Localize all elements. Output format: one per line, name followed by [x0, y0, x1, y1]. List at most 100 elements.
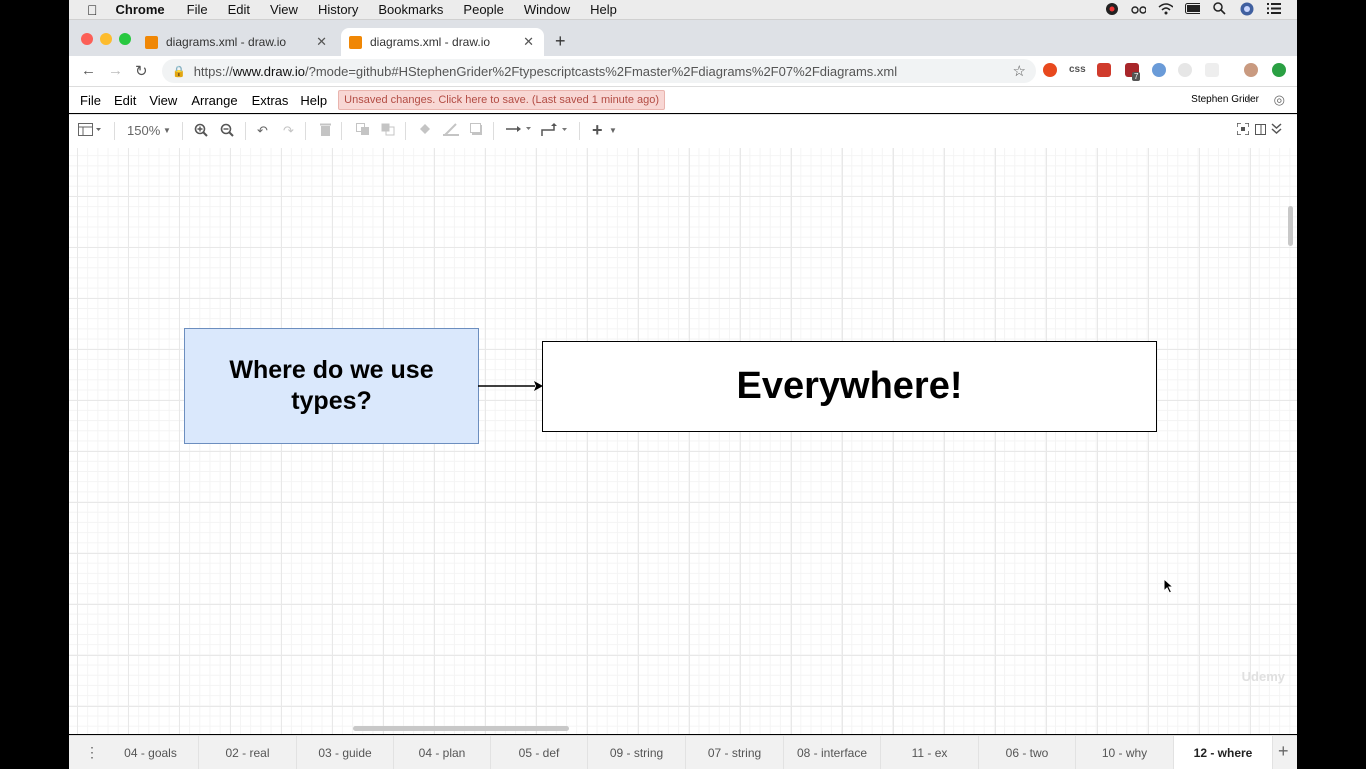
page-tab[interactable]: 04 - plan: [394, 736, 491, 769]
zoom-in-icon[interactable]: [194, 123, 208, 140]
page-tab[interactable]: 08 - interface: [784, 736, 881, 769]
to-front-icon[interactable]: [356, 123, 370, 139]
spotlight-search-icon[interactable]: [1212, 1, 1227, 16]
page-tab[interactable]: 04 - goals: [103, 736, 199, 769]
css-extension-icon[interactable]: css: [1069, 64, 1086, 75]
shape-everywhere[interactable]: Everywhere!: [542, 341, 1157, 432]
page-tab-label: 09 - string: [609, 745, 664, 760]
zoom-dropdown-icon[interactable]: ▼: [163, 126, 171, 135]
notification-center-icon[interactable]: [1266, 1, 1281, 16]
forward-arrow-icon[interactable]: →: [108, 62, 123, 79]
pages-menu-icon[interactable]: ⋮: [85, 744, 99, 761]
mac-menu-history[interactable]: History: [318, 2, 358, 17]
menu-file[interactable]: File: [80, 93, 101, 108]
mac-menu-file[interactable]: File: [187, 2, 208, 17]
app-menu-chrome[interactable]: Chrome: [116, 2, 165, 17]
connector-arrow[interactable]: [477, 378, 543, 394]
fill-color-icon[interactable]: [418, 123, 432, 139]
zoom-out-icon[interactable]: [220, 123, 234, 140]
extension-grey-icon[interactable]: [1178, 63, 1192, 77]
mac-menu-bookmarks[interactable]: Bookmarks: [378, 2, 443, 17]
menu-extras[interactable]: Extras: [252, 93, 289, 108]
connection-style-icon[interactable]: [506, 123, 534, 138]
horizontal-scrollbar[interactable]: [353, 726, 569, 731]
waypoints-icon[interactable]: [541, 123, 571, 140]
recording-icon[interactable]: [1104, 1, 1119, 16]
insert-dropdown-icon[interactable]: ▼: [609, 126, 617, 135]
extension-blue-icon[interactable]: [1152, 63, 1166, 77]
tab-close-icon[interactable]: ✕: [316, 34, 327, 50]
delete-icon[interactable]: [320, 123, 331, 139]
page-tab[interactable]: 07 - string: [686, 736, 784, 769]
page-tab-label: 04 - goals: [124, 745, 177, 760]
fullscreen-icon[interactable]: [1236, 122, 1250, 138]
unsaved-changes-button[interactable]: Unsaved changes. Click here to save. (La…: [338, 90, 666, 110]
apple-icon[interactable]: : [87, 2, 98, 18]
language-globe-icon[interactable]: ◎: [1274, 92, 1285, 108]
address-bar[interactable]: 🔒 https://www.draw.io/?mode=github#HStep…: [162, 59, 1036, 83]
page-tab[interactable]: 06 - two: [979, 736, 1076, 769]
shape-where-do-we-use-types[interactable]: Where do we use types?: [184, 328, 479, 444]
page-tabs-bar: ⋮ 04 - goals 02 - real 03 - guide 04 - p…: [69, 735, 1297, 769]
page-tab[interactable]: 02 - real: [199, 736, 297, 769]
browser-toolbar: ← → ↻ 🔒 https://www.draw.io/?mode=github…: [69, 56, 1297, 87]
redo-icon[interactable]: ↷: [283, 123, 294, 139]
page-tab[interactable]: 10 - why: [1076, 736, 1174, 769]
browser-tab-2[interactable]: diagrams.xml - draw.io ✕: [341, 28, 544, 56]
menu-help[interactable]: Help: [300, 93, 327, 108]
glasses-icon[interactable]: [1131, 1, 1146, 16]
page-tab-active[interactable]: 12 - where: [1174, 736, 1273, 769]
mac-menu-window[interactable]: Window: [524, 2, 570, 17]
extension-green-icon[interactable]: [1272, 63, 1286, 77]
window-close-button[interactable]: [81, 33, 93, 45]
gmail-extension-icon[interactable]: [1205, 63, 1219, 77]
page-tab[interactable]: 11 - ex: [881, 736, 979, 769]
wifi-icon[interactable]: [1158, 1, 1173, 16]
window-zoom-button[interactable]: [119, 33, 131, 45]
url-scheme: https://: [193, 63, 233, 79]
tab-close-icon[interactable]: ✕: [523, 34, 534, 50]
menu-edit[interactable]: Edit: [114, 93, 136, 108]
mac-menu-view[interactable]: View: [270, 2, 298, 17]
page-tab[interactable]: 03 - guide: [297, 736, 394, 769]
page-tab[interactable]: 09 - string: [588, 736, 686, 769]
bookmark-star-icon[interactable]: ☆: [1013, 62, 1026, 80]
page-tab-label: 12 - where: [1193, 745, 1253, 760]
mac-menu-edit[interactable]: Edit: [228, 2, 250, 17]
profile-avatar[interactable]: [1244, 63, 1258, 77]
mac-menu-people[interactable]: People: [463, 2, 503, 17]
line-color-icon[interactable]: [443, 123, 459, 139]
diagram-canvas[interactable]: Where do we use types? Everywhere! Udemy: [69, 148, 1297, 734]
browser-tab-1[interactable]: diagrams.xml - draw.io ✕: [137, 28, 337, 56]
extension-shield-icon[interactable]: [1043, 63, 1057, 77]
toolbar-separator: [405, 122, 406, 140]
window-minimize-button[interactable]: [100, 33, 112, 45]
mac-menu-help[interactable]: Help: [590, 2, 617, 17]
undo-icon[interactable]: ↶: [257, 123, 268, 139]
page-tab-label: 05 - def: [518, 745, 560, 760]
format-panel-icon[interactable]: [78, 123, 102, 140]
back-arrow-icon[interactable]: ←: [81, 62, 96, 79]
to-back-icon[interactable]: [381, 123, 395, 139]
toggle-format-icon[interactable]: [1255, 123, 1266, 138]
page-tab-label: 10 - why: [1101, 745, 1148, 760]
new-tab-icon[interactable]: +: [555, 31, 566, 52]
url-domain: www.draw.io: [232, 63, 305, 79]
toolbar-separator: [182, 122, 183, 140]
add-page-icon[interactable]: +: [1278, 741, 1289, 762]
drawio-favicon-icon: [349, 35, 362, 49]
menu-arrange[interactable]: Arrange: [191, 93, 237, 108]
collapse-chevron-icon[interactable]: [1271, 123, 1282, 138]
vertical-scrollbar[interactable]: [1288, 206, 1293, 246]
extension-tool-icon[interactable]: [1097, 63, 1111, 77]
battery-icon[interactable]: [1185, 1, 1200, 16]
user-dropdown-icon[interactable]: ▼: [1245, 96, 1253, 105]
insert-plus-icon[interactable]: +: [592, 120, 603, 141]
menu-view[interactable]: View: [149, 93, 177, 108]
zoom-level-select[interactable]: 150%: [127, 123, 160, 138]
siri-icon[interactable]: [1239, 1, 1254, 16]
page-tab-label: 02 - real: [225, 745, 270, 760]
reload-icon[interactable]: ↻: [135, 62, 148, 80]
page-tab[interactable]: 05 - def: [491, 736, 588, 769]
shadow-icon[interactable]: [470, 123, 483, 138]
